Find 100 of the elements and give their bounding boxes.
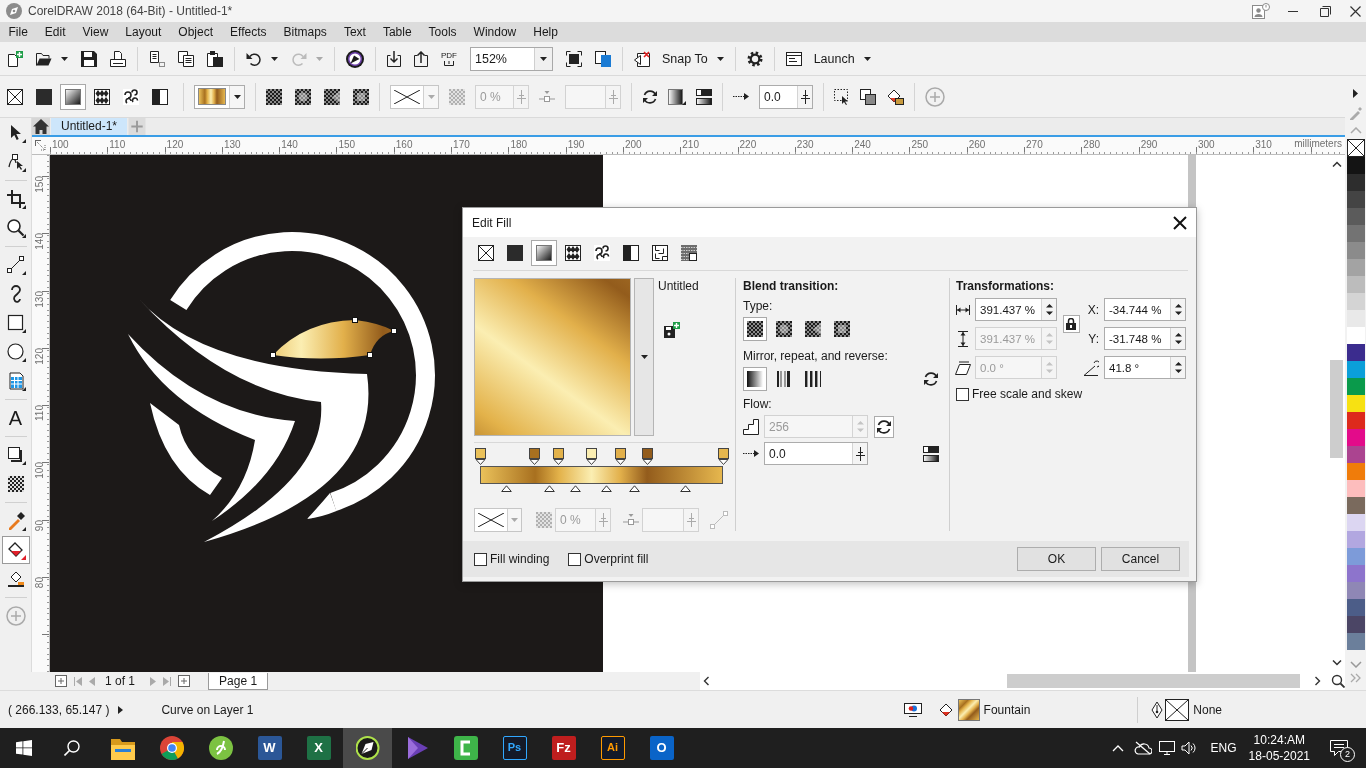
page-cross-icon[interactable] [634,50,650,67]
crop-icon[interactable] [5,188,26,209]
gradient-bar[interactable] [480,466,723,484]
spin-arrows-icon[interactable] [1174,332,1182,345]
bracket-tile-icon[interactable] [453,736,478,760]
color-swatch[interactable] [1346,497,1365,514]
node-color-dropdown[interactable] [390,84,439,109]
scroll-right-icon[interactable] [1315,676,1321,686]
selection-node[interactable] [270,352,276,358]
acceleration-field[interactable]: 0.0 [759,84,813,109]
wheel-logo-icon[interactable] [159,736,184,760]
gradient-square-icon[interactable] [531,240,557,266]
spin-arrows-icon[interactable] [1174,303,1182,316]
no-fill-icon[interactable] [7,88,23,105]
stacked-bars-icon[interactable] [923,445,939,462]
menu-item[interactable]: Edit [36,22,75,42]
checkbox[interactable] [474,552,487,566]
clock-date[interactable]: 18-05-2021 [1248,748,1310,764]
half-square-icon[interactable] [623,245,639,261]
selection-node[interactable] [391,328,397,334]
home-icon[interactable] [32,118,50,135]
page-tab[interactable]: Page 1 [208,672,269,690]
input-language[interactable]: ENG [1210,741,1237,755]
two-documents-icon[interactable] [178,50,194,67]
bucket-swatch-icon[interactable] [886,88,904,105]
up-arrow-tray-icon[interactable] [414,50,428,67]
menu-item[interactable]: Effects [221,22,275,42]
maze-pattern-icon[interactable] [652,245,668,261]
color-swatch[interactable] [1346,480,1365,497]
node-position-field[interactable] [565,84,621,109]
checkbox[interactable] [956,387,969,401]
repeat-bars-icon[interactable] [805,371,821,387]
magnifier-icon[interactable] [1331,674,1345,688]
color-swatch[interactable] [1346,412,1365,429]
expand-arrow-icon[interactable] [118,705,124,714]
linear-checker-icon[interactable] [266,88,282,105]
scrollbar-thumb[interactable] [1007,674,1300,688]
zoom-level-field[interactable]: 152% [470,46,553,71]
counterclockwise-arrow-icon[interactable] [246,51,262,66]
color-swatch[interactable] [1346,633,1365,650]
menu-item[interactable]: Bitmaps [275,22,336,42]
dashed-document-icon[interactable] [149,50,165,67]
caret-icon[interactable] [640,355,648,359]
scrollbar-thumb[interactable] [1330,360,1343,458]
color-swatch[interactable] [1346,208,1365,225]
width-field[interactable]: 391.437 % [975,298,1057,321]
document-tab[interactable]: Untitled-1* [51,118,128,135]
dashed-frame-icon[interactable] [834,88,850,105]
scroll-down-icon[interactable] [1331,660,1342,666]
circular-arrows-icon[interactable] [642,88,658,105]
color-swatch[interactable] [1346,327,1365,344]
printer-icon[interactable] [110,50,126,67]
line-nodes-icon[interactable] [5,254,26,275]
clipboard-icon[interactable] [207,50,223,67]
color-stop[interactable] [474,448,486,465]
color-swatch[interactable] [1346,344,1365,361]
menu-item[interactable]: Window [465,22,525,42]
up-chevron-icon[interactable] [1111,744,1124,752]
app-logo-tile[interactable]: Fz [551,736,576,760]
gradient-corner-icon[interactable] [668,88,686,105]
fill-bucket-icon[interactable] [938,701,955,718]
floppy-plus-icon[interactable] [664,322,680,338]
solid-square-icon[interactable] [36,88,52,105]
color-swatch[interactable] [1346,242,1365,259]
message-icon[interactable] [1330,740,1348,756]
color-stop[interactable] [529,448,541,465]
clock-time[interactable]: 10:24:AM [1253,732,1305,748]
fill-swatch[interactable] [957,698,980,721]
menu-item[interactable]: Tools [420,22,466,42]
wing-shape[interactable] [273,320,394,359]
color-stop[interactable] [614,448,626,465]
slider-plus-icon[interactable] [855,446,865,461]
add-page-icon[interactable] [55,675,67,687]
color-stop[interactable] [586,448,598,465]
down-arrow-tray-icon[interactable] [387,50,401,67]
magnifier-icon[interactable] [5,217,26,238]
color-swatch[interactable] [1346,565,1365,582]
color-swatch[interactable] [1346,463,1365,480]
conical-checker-icon[interactable] [324,88,340,105]
snap-to-menu[interactable]: Snap To [662,51,708,66]
gradient-square-icon[interactable] [60,83,86,110]
app-logo-tile[interactable]: X [306,736,331,760]
half-square-icon[interactable] [152,88,168,105]
conical-checker-icon[interactable] [805,321,821,337]
folder-icon[interactable] [110,736,135,760]
linear-checker-icon[interactable] [743,317,767,341]
new-document-icon[interactable] [7,50,23,67]
color-swatch[interactable] [1346,310,1365,327]
circular-arrows-icon[interactable] [874,415,894,438]
pdf-tool[interactable]: PDF [441,51,457,66]
color-swatch[interactable] [1346,225,1365,242]
checkbox[interactable] [568,552,582,566]
caret-icon[interactable] [233,94,241,99]
slider-plus-icon[interactable] [800,89,810,104]
diamond-pattern-icon[interactable] [565,245,581,261]
close-icon[interactable] [1350,5,1361,17]
color-swatch[interactable] [1346,531,1365,548]
color-swatch[interactable] [1346,616,1365,633]
diamond-pattern-icon[interactable] [94,88,110,105]
rotation-field[interactable]: 41.8 ° [1104,356,1186,379]
